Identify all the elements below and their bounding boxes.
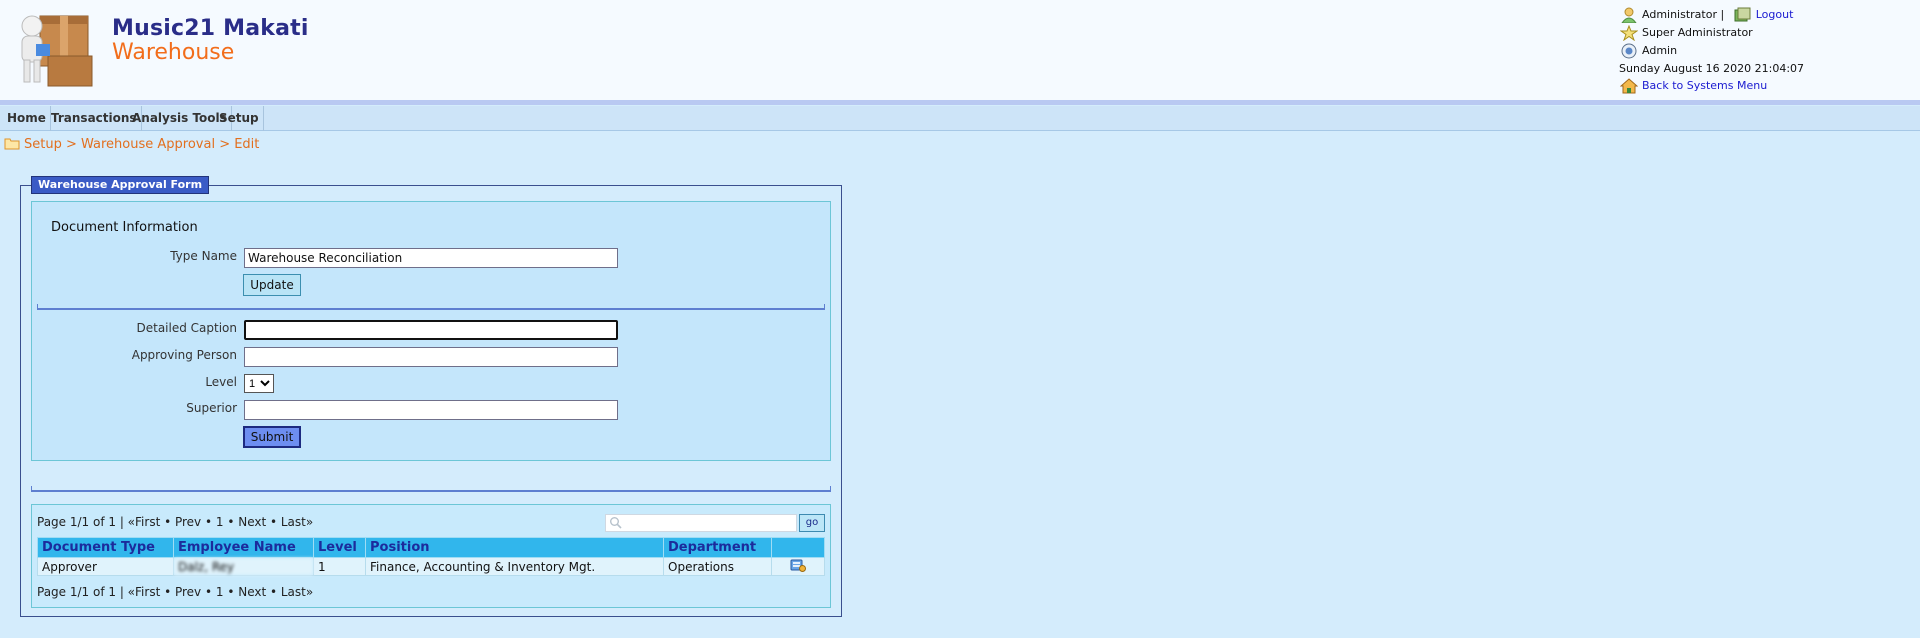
detailed-caption-input[interactable] bbox=[244, 320, 618, 340]
form-legend: Warehouse Approval Form bbox=[31, 176, 210, 194]
approving-person-label: Approving Person bbox=[131, 348, 237, 362]
grid-divider bbox=[31, 486, 831, 492]
main-menu: Home Transactions Analysis Tools Setup bbox=[0, 106, 1920, 131]
col-position[interactable]: Position bbox=[365, 537, 664, 558]
col-department[interactable]: Department bbox=[663, 537, 772, 558]
type-name-label: Type Name bbox=[170, 249, 237, 263]
menu-setup[interactable]: Setup bbox=[215, 106, 264, 131]
cell-level: 1 bbox=[313, 557, 366, 576]
group-icon bbox=[1621, 43, 1637, 59]
folder-icon bbox=[4, 138, 20, 150]
warehouse-logo bbox=[21, 15, 93, 87]
level-label: Level bbox=[205, 375, 237, 389]
breadcrumb: Setup > Warehouse Approval > Edit bbox=[4, 137, 259, 152]
update-button[interactable]: Update bbox=[243, 274, 301, 296]
col-level[interactable]: Level bbox=[313, 537, 366, 558]
submit-button[interactable]: Submit bbox=[243, 426, 301, 448]
star-icon bbox=[1620, 25, 1638, 41]
datetime: Sunday August 16 2020 21:04:07 bbox=[1619, 62, 1805, 75]
pager-bottom[interactable]: Page 1/1 of 1 | «First • Prev • 1 • Next… bbox=[37, 585, 313, 599]
approval-table: Document Type Employee Name Level Positi… bbox=[37, 537, 825, 576]
cell-action bbox=[771, 557, 825, 576]
cell-position: Finance, Accounting & Inventory Mgt. bbox=[365, 557, 664, 576]
logout-link[interactable]: Logout bbox=[1756, 8, 1794, 21]
edit-record-icon[interactable] bbox=[790, 558, 806, 572]
superior-label: Superior bbox=[186, 401, 237, 415]
page-header: Music21 Makati Warehouse Administrator |… bbox=[0, 0, 1920, 100]
brand-title: Music21 Makati bbox=[112, 16, 309, 41]
superior-input[interactable] bbox=[244, 400, 618, 420]
user-icon bbox=[1621, 7, 1637, 23]
search-field[interactable] bbox=[605, 514, 797, 532]
user-separator: | bbox=[1720, 8, 1725, 21]
cell-document-type: Approver bbox=[37, 557, 174, 576]
header-divider bbox=[0, 100, 1920, 105]
brand-subtitle: Warehouse bbox=[112, 40, 235, 65]
section-divider bbox=[37, 304, 825, 310]
logout-icon[interactable] bbox=[1734, 7, 1752, 23]
col-action bbox=[771, 537, 825, 558]
section-title: Document Information bbox=[51, 220, 198, 235]
col-document-type[interactable]: Document Type bbox=[37, 537, 174, 558]
type-name-input[interactable] bbox=[244, 248, 618, 268]
home-icon bbox=[1620, 78, 1638, 94]
table-header-row: Document Type Employee Name Level Positi… bbox=[37, 537, 825, 558]
menu-home[interactable]: Home bbox=[3, 106, 51, 131]
detailed-caption-label: Detailed Caption bbox=[136, 321, 238, 335]
level-select[interactable]: 1 bbox=[244, 374, 274, 393]
breadcrumb-text: Setup > Warehouse Approval > Edit bbox=[24, 137, 260, 152]
user-group: Admin bbox=[1642, 44, 1678, 57]
user-name: Administrator bbox=[1642, 8, 1717, 21]
approving-person-input[interactable] bbox=[244, 347, 618, 367]
go-button[interactable]: go bbox=[799, 514, 825, 532]
search-icon bbox=[610, 517, 622, 529]
user-role: Super Administrator bbox=[1642, 26, 1753, 39]
col-employee-name[interactable]: Employee Name bbox=[173, 537, 314, 558]
table-row: Approver Dalz, Rey 1 Finance, Accounting… bbox=[37, 557, 825, 576]
cell-department: Operations bbox=[663, 557, 772, 576]
pager-top[interactable]: Page 1/1 of 1 | «First • Prev • 1 • Next… bbox=[37, 515, 313, 529]
back-to-systems-link[interactable]: Back to Systems Menu bbox=[1642, 79, 1767, 92]
cell-employee-name: Dalz, Rey bbox=[173, 557, 314, 576]
